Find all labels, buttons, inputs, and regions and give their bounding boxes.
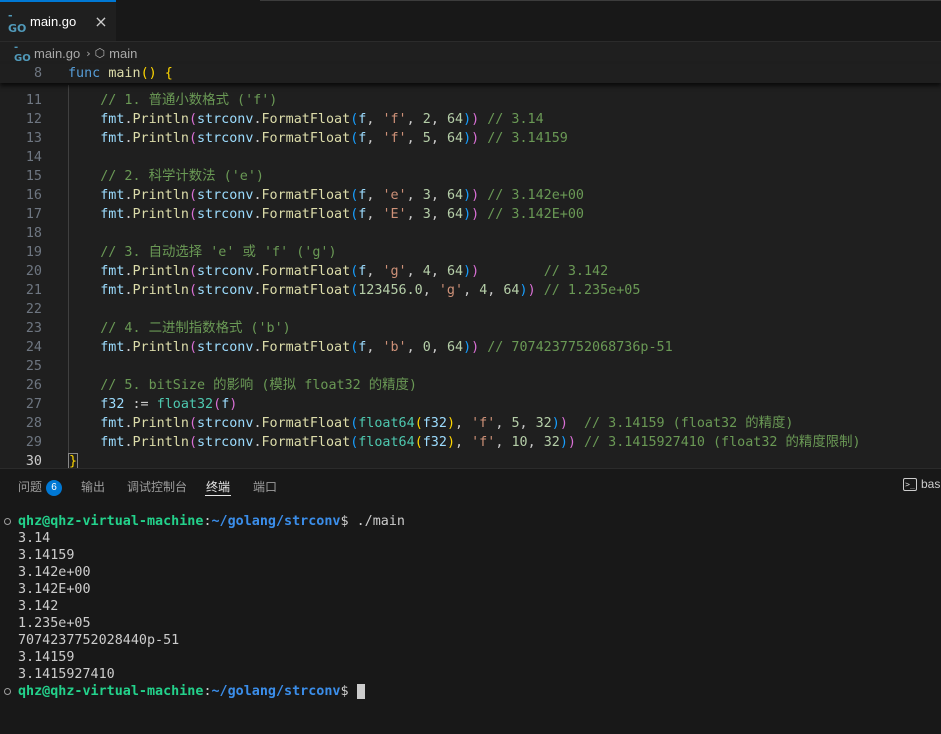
line-number: 19 <box>25 245 42 260</box>
tab-problems[interactable]: 问题 6 <box>18 478 63 496</box>
line-number: 28 <box>25 416 42 431</box>
terminal-output-line: 3.14159 <box>18 548 75 563</box>
code-line: 16 fmt.Println(strconv.FormatFloat(f, 'e… <box>0 186 941 205</box>
terminal-command: ./main <box>356 514 405 529</box>
active-tab-indicator <box>205 495 231 496</box>
code-line: 25 <box>0 357 941 376</box>
command-decoration-icon <box>4 518 11 525</box>
tab-debug-console[interactable]: 调试控制台 <box>127 478 187 495</box>
line-number: 23 <box>25 321 42 336</box>
terminal-cursor <box>356 683 365 699</box>
terminal-output-line: 3.14159 <box>18 650 75 665</box>
editor-tab-bar: -GO main.go × <box>0 0 941 42</box>
tab-label: main.go <box>30 14 77 29</box>
code-line: 8 func main() { <box>0 64 941 83</box>
code-line: 27 f32 := float32(f) <box>0 395 941 414</box>
line-number: 26 <box>25 378 42 393</box>
terminal-prompt-line: qhz@qhz-virtual-machine:~/golang/strconv… <box>18 514 405 529</box>
code-line: 23 // 4. 二进制指数格式 ('b') <box>0 319 941 338</box>
line-number: 15 <box>25 169 42 184</box>
code-line: 11 // 1. 普通小数格式 ('f') <box>0 91 941 110</box>
code-line: 12 fmt.Println(strconv.FormatFloat(f, 'f… <box>0 110 941 129</box>
terminal-output-line: 3.142E+00 <box>18 582 91 597</box>
line-number: 29 <box>25 435 42 450</box>
tab-ports[interactable]: 端口 <box>253 478 277 495</box>
line-number: 8 <box>33 66 42 81</box>
code-line: 20 fmt.Println(strconv.FormatFloat(f, 'g… <box>0 262 941 281</box>
code-line: 28 fmt.Println(strconv.FormatFloat(float… <box>0 414 941 433</box>
chevron-right-icon: › <box>86 46 91 60</box>
cube-icon: ⬡ <box>94 46 106 60</box>
sticky-scroll-header[interactable]: 8 func main() { <box>0 64 941 83</box>
code-line: 13 fmt.Println(strconv.FormatFloat(f, 'f… <box>0 129 941 148</box>
prompt-path: ~/golang/strconv <box>211 684 341 699</box>
title-divider <box>260 0 941 1</box>
line-number: 16 <box>25 188 42 203</box>
code-line: 17 fmt.Println(strconv.FormatFloat(f, 'E… <box>0 205 941 224</box>
terminal-output-line: 3.14 <box>18 531 51 546</box>
code-line: 22 <box>0 300 941 319</box>
line-number: 22 <box>25 302 42 317</box>
terminal-output-line: 3.142e+00 <box>18 565 91 580</box>
line-number: 17 <box>25 207 42 222</box>
prompt-path: ~/golang/strconv <box>211 514 341 529</box>
line-number: 12 <box>25 112 42 127</box>
code-line: 26 // 5. bitSize 的影响 (模拟 float32 的精度) <box>0 376 941 395</box>
line-number: 14 <box>25 150 42 165</box>
tab-terminal[interactable]: 终端 <box>206 478 230 495</box>
code-line: 18 <box>0 224 941 243</box>
line-number: 18 <box>25 226 42 241</box>
code-line: 21 fmt.Println(strconv.FormatFloat(12345… <box>0 281 941 300</box>
line-number: 27 <box>25 397 42 412</box>
tab-output[interactable]: 输出 <box>81 478 105 495</box>
bottom-panel: 问题 6 输出 调试控制台 终端 端口 >_ bas qhz@qhz-virtua… <box>0 468 941 734</box>
code-line: 14 <box>0 148 941 167</box>
prompt-user: qhz@qhz-virtual-machine <box>18 514 204 529</box>
terminal-output-line: 3.142 <box>18 599 59 614</box>
terminal-output-line: 3.1415927410 <box>18 667 115 682</box>
breadcrumb: -GO main.go › ⬡ main <box>0 42 941 64</box>
go-file-icon: -GO <box>14 42 31 64</box>
tab-main-go[interactable]: -GO main.go × <box>0 0 116 41</box>
command-decoration-icon <box>4 688 11 695</box>
code-editor[interactable]: 8 func main() { 11 // 1. 普通小数格式 ('f') 12 … <box>0 64 941 470</box>
breadcrumb-symbol[interactable]: main <box>109 46 137 61</box>
tab-problems-label: 问题 <box>18 480 43 494</box>
terminal-output-line: 7074237752028440p-51 <box>18 633 180 648</box>
panel-tab-bar: 问题 6 输出 调试控制台 终端 端口 >_ bas <box>0 469 941 501</box>
line-number: 25 <box>25 359 42 374</box>
code-line: 29 fmt.Println(strconv.FormatFloat(float… <box>0 433 941 452</box>
close-icon[interactable]: × <box>94 12 107 31</box>
line-number: 21 <box>25 283 42 298</box>
line-number: 24 <box>25 340 42 355</box>
prompt-user: qhz@qhz-virtual-machine <box>18 684 204 699</box>
problems-count-badge: 6 <box>46 479 63 496</box>
code-line: 19 // 3. 自动选择 'e' 或 'f' ('g') <box>0 243 941 262</box>
breadcrumb-file[interactable]: main.go <box>34 46 80 61</box>
code-line: 24 fmt.Println(strconv.FormatFloat(f, 'b… <box>0 338 941 357</box>
line-number: 20 <box>25 264 42 279</box>
code-line: 15 // 2. 科学计数法 ('e') <box>0 167 941 186</box>
terminal-instance-label: bas <box>921 477 941 491</box>
terminal-output-line: 1.235e+05 <box>18 616 91 631</box>
line-number: 11 <box>25 93 42 108</box>
go-file-icon: -GO <box>8 8 27 35</box>
terminal-prompt-line: qhz@qhz-virtual-machine:~/golang/strconv… <box>18 683 365 700</box>
terminal-icon: >_ <box>903 477 917 491</box>
line-number: 13 <box>25 131 42 146</box>
terminal-instance-button[interactable]: >_ bas <box>903 477 940 491</box>
